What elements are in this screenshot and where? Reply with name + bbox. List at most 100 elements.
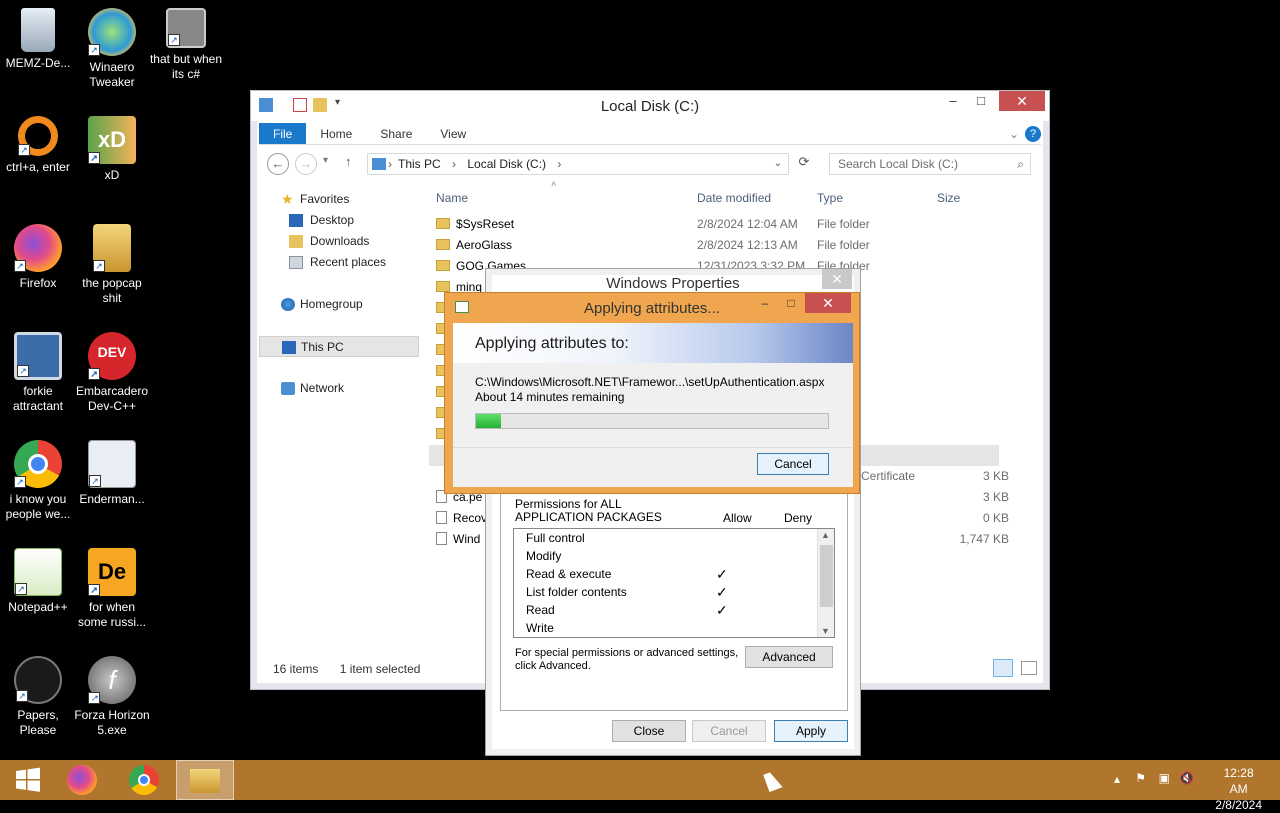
desktop-icon-firefox[interactable]: ↗ Firefox <box>0 224 76 291</box>
security-tab-panel: Permissions for ALL APPLICATION PACKAGES… <box>500 493 848 711</box>
desktop-icon-enderman[interactable]: ↗ Enderman... <box>74 440 150 507</box>
forward-button[interactable]: → <box>295 153 317 175</box>
nav-network[interactable]: Network <box>259 378 419 399</box>
desktop-icon <box>289 214 303 227</box>
dialog-header: Applying attributes to: <box>453 323 853 363</box>
close-dialog-button[interactable]: Close <box>612 720 686 742</box>
time-remaining: About 14 minutes remaining <box>475 390 625 404</box>
volume-muted-icon[interactable]: 🔇 <box>1179 771 1194 785</box>
taskbar-chrome[interactable] <box>116 760 172 800</box>
nav-label: Downloads <box>310 234 370 248</box>
check-icon: ✓ <box>716 584 728 600</box>
nav-recent[interactable]: Recent places <box>259 252 419 273</box>
chevron-right-icon: › <box>388 157 392 171</box>
file-date: 2/8/2024 12:13 AM <box>697 238 798 252</box>
apply-button[interactable]: Apply <box>774 720 848 742</box>
column-size[interactable]: Size <box>937 187 960 209</box>
maximize-button[interactable]: □ <box>967 91 995 111</box>
desktop-icon-label: i know you people we... <box>5 492 71 521</box>
close-button[interactable]: ✕ <box>822 269 852 289</box>
expand-ribbon-icon[interactable]: ⌄ <box>1009 123 1025 144</box>
status-selected: 1 item selected <box>339 662 421 676</box>
file-icon <box>436 532 447 545</box>
desktop-icon-winaero[interactable]: ↗ Winaero Tweaker <box>74 8 150 90</box>
column-name[interactable]: Name <box>436 187 468 209</box>
tab-view[interactable]: View <box>426 123 480 144</box>
back-button[interactable]: ← <box>267 153 289 175</box>
address-dropdown-icon[interactable]: ⌄ <box>774 154 782 174</box>
desktop-icon-devcpp[interactable]: DEV ↗ Embarcadero Dev-C++ <box>74 332 150 414</box>
dialog-title: Windows Properties <box>606 275 740 292</box>
desktop-icon-russi[interactable]: De ↗ for when some russi... <box>74 548 150 630</box>
minimize-button[interactable]: – <box>939 91 967 111</box>
up-button[interactable]: ↑ <box>345 154 352 169</box>
scroll-up-icon[interactable]: ▲ <box>821 530 830 540</box>
star-icon: ★ <box>281 191 294 207</box>
large-icons-view-icon[interactable] <box>1021 661 1037 675</box>
help-icon[interactable]: ? <box>1025 126 1041 142</box>
file-name: Recov <box>453 511 488 525</box>
show-hidden-icons-icon[interactable]: ▴ <box>1114 772 1120 786</box>
taskbar-file-explorer[interactable] <box>176 760 234 800</box>
column-type[interactable]: Type <box>817 187 843 209</box>
clock[interactable]: 12:28 AM 2/8/2024 <box>1215 765 1262 813</box>
minimize-button[interactable]: – <box>751 293 779 313</box>
close-button[interactable]: ✕ <box>805 293 851 313</box>
computer-icon <box>282 341 296 354</box>
advanced-button[interactable]: Advanced <box>745 646 833 668</box>
nav-favorites[interactable]: ★ Favorites <box>259 189 419 210</box>
recent-locations-icon[interactable]: ▾ <box>323 155 328 166</box>
address-bar[interactable]: › This PC › Local Disk (C:) › ⌄ <box>367 153 789 175</box>
desktop-icon-memz[interactable]: MEMZ-De... <box>0 8 76 71</box>
tab-share[interactable]: Share <box>366 123 426 144</box>
de-icon: De ↗ <box>88 548 136 596</box>
nav-homegroup[interactable]: Homegroup <box>259 294 419 315</box>
xd-icon: xD ↗ <box>88 116 136 164</box>
desktop-icon-popcap[interactable]: ↗ the popcap shit <box>74 224 150 306</box>
desktop-icon-xd[interactable]: xD ↗ xD <box>74 116 150 183</box>
desktop-icon-label: Embarcadero Dev-C++ <box>75 384 149 413</box>
scrollbar-thumb[interactable] <box>820 545 833 607</box>
permissions-list: Full control Modify Read & execute ✓ List… <box>513 528 835 638</box>
nav-label: Network <box>300 381 345 395</box>
ribbon-tabs: File Home Share View ⌄ ? <box>259 123 1041 145</box>
file-row[interactable]: AeroGlass 2/8/2024 12:13 AM File folder <box>429 235 1049 256</box>
file-name: Wind <box>453 532 481 546</box>
desktop-icon-forza[interactable]: f ↗ Forza Horizon 5.exe <box>74 656 150 738</box>
search-input[interactable]: Search Local Disk (C:) ⌕ <box>829 153 1031 175</box>
desktop-icon-csharp[interactable]: ↗ that but when its c# <box>148 8 224 82</box>
breadcrumb-local-disk[interactable]: Local Disk (C:) <box>467 157 546 171</box>
file-row[interactable]: $SysReset 2/8/2024 12:04 AM File folder <box>429 214 1049 235</box>
folder-icon: ↗ <box>93 224 131 272</box>
column-date-modified[interactable]: Date modified <box>697 187 771 209</box>
close-button[interactable]: ✕ <box>999 91 1045 111</box>
nav-desktop[interactable]: Desktop <box>259 210 419 231</box>
firefox-icon: ↗ <box>14 224 62 272</box>
desktop-icon-ctrla[interactable]: ↗ ctrl+a, enter <box>0 116 76 175</box>
breadcrumb-this-pc[interactable]: This PC <box>398 157 441 171</box>
nav-this-pc[interactable]: This PC <box>259 336 419 357</box>
start-button[interactable] <box>0 760 56 800</box>
taskbar-firefox[interactable] <box>54 760 110 800</box>
nav-downloads[interactable]: Downloads <box>259 231 419 252</box>
title-bar[interactable]: ▾ Local Disk (C:) – □ ✕ <box>251 91 1049 121</box>
action-center-flag-icon[interactable]: ⚑ <box>1135 771 1146 785</box>
navigation-pane: ★ Favorites Desktop Downloads Recent plac… <box>259 189 419 399</box>
details-view-icon[interactable] <box>993 659 1013 677</box>
scroll-down-icon[interactable]: ▼ <box>821 626 830 636</box>
desktop-icon-papers[interactable]: ↗ Papers, Please <box>0 656 76 738</box>
maximize-button[interactable]: □ <box>779 293 803 313</box>
cancel-button[interactable]: Cancel <box>757 453 829 475</box>
tab-file[interactable]: File <box>259 123 307 144</box>
tab-home[interactable]: Home <box>306 123 366 144</box>
desktop-icon-label: Winaero Tweaker <box>89 60 135 89</box>
stacked-windows-icon: ↗ <box>166 8 206 48</box>
scrollbar[interactable]: ▲ ▼ <box>817 529 834 637</box>
desktop-icon-notepadpp[interactable]: ↗ Notepad++ <box>0 548 76 615</box>
desktop-icon-forkie[interactable]: ↗ forkie attractant <box>0 332 76 414</box>
refresh-icon[interactable]: ⟳ <box>793 154 815 174</box>
desktop-icon-chrome[interactable]: ↗ i know you people we... <box>0 440 76 522</box>
network-icon[interactable]: ▣ <box>1159 771 1170 785</box>
cancel-button[interactable]: Cancel <box>692 720 766 742</box>
desktop-icon-label: xD <box>104 168 120 182</box>
